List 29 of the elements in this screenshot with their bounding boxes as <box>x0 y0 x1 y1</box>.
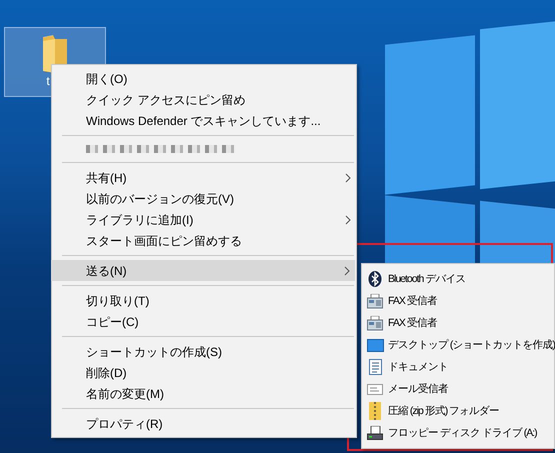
submenu-item[interactable]: メール受信者 <box>362 378 554 400</box>
menu-item[interactable]: コピー(C) <box>52 311 356 332</box>
document-icon <box>368 359 382 375</box>
menu-item[interactable]: スタート画面にピン留めする <box>52 230 356 251</box>
submenu-item[interactable]: ドキュメント <box>362 356 554 378</box>
submenu-item[interactable]: Bluetooth デバイス <box>362 268 554 290</box>
zip-folder-icon <box>369 402 381 420</box>
fax-machine-icon <box>367 316 383 330</box>
bluetooth-icon <box>368 271 382 287</box>
menu-item[interactable]: 削除(D) <box>52 362 356 383</box>
menu-item[interactable]: ショートカットの作成(S) <box>52 341 356 362</box>
submenu-item[interactable]: FAX 受信者 <box>362 290 554 312</box>
submenu-item[interactable]: デスクトップ (ショートカットを作成) <box>362 334 554 356</box>
envelope-icon <box>367 384 383 394</box>
monitor-icon <box>366 338 384 352</box>
menu-item[interactable]: ライブラリに追加(I) <box>52 209 356 230</box>
icon-label: t <box>46 74 50 88</box>
menu-item[interactable]: 切り取り(T) <box>52 290 356 311</box>
menu-item[interactable]: 名前の変更(M) <box>52 383 356 404</box>
menu-item[interactable]: 以前のバージョンの復元(V) <box>52 188 356 209</box>
menu-item[interactable]: 送る(N) <box>51 260 355 281</box>
menu-item[interactable]: 共有(H) <box>52 167 356 188</box>
submenu-item[interactable]: フロッピー ディスク ドライブ (A:) <box>362 422 554 444</box>
menu-item[interactable]: プロパティ(R) <box>52 413 356 434</box>
submenu-item[interactable]: FAX 受信者 <box>362 312 554 334</box>
submenu-item[interactable]: 圧縮 (zip 形式) フォルダー <box>362 400 554 422</box>
menu-item[interactable]: Windows Defender でスキャンしています... <box>52 110 356 131</box>
fax-machine-icon <box>367 294 383 308</box>
drive-icon <box>367 426 383 440</box>
